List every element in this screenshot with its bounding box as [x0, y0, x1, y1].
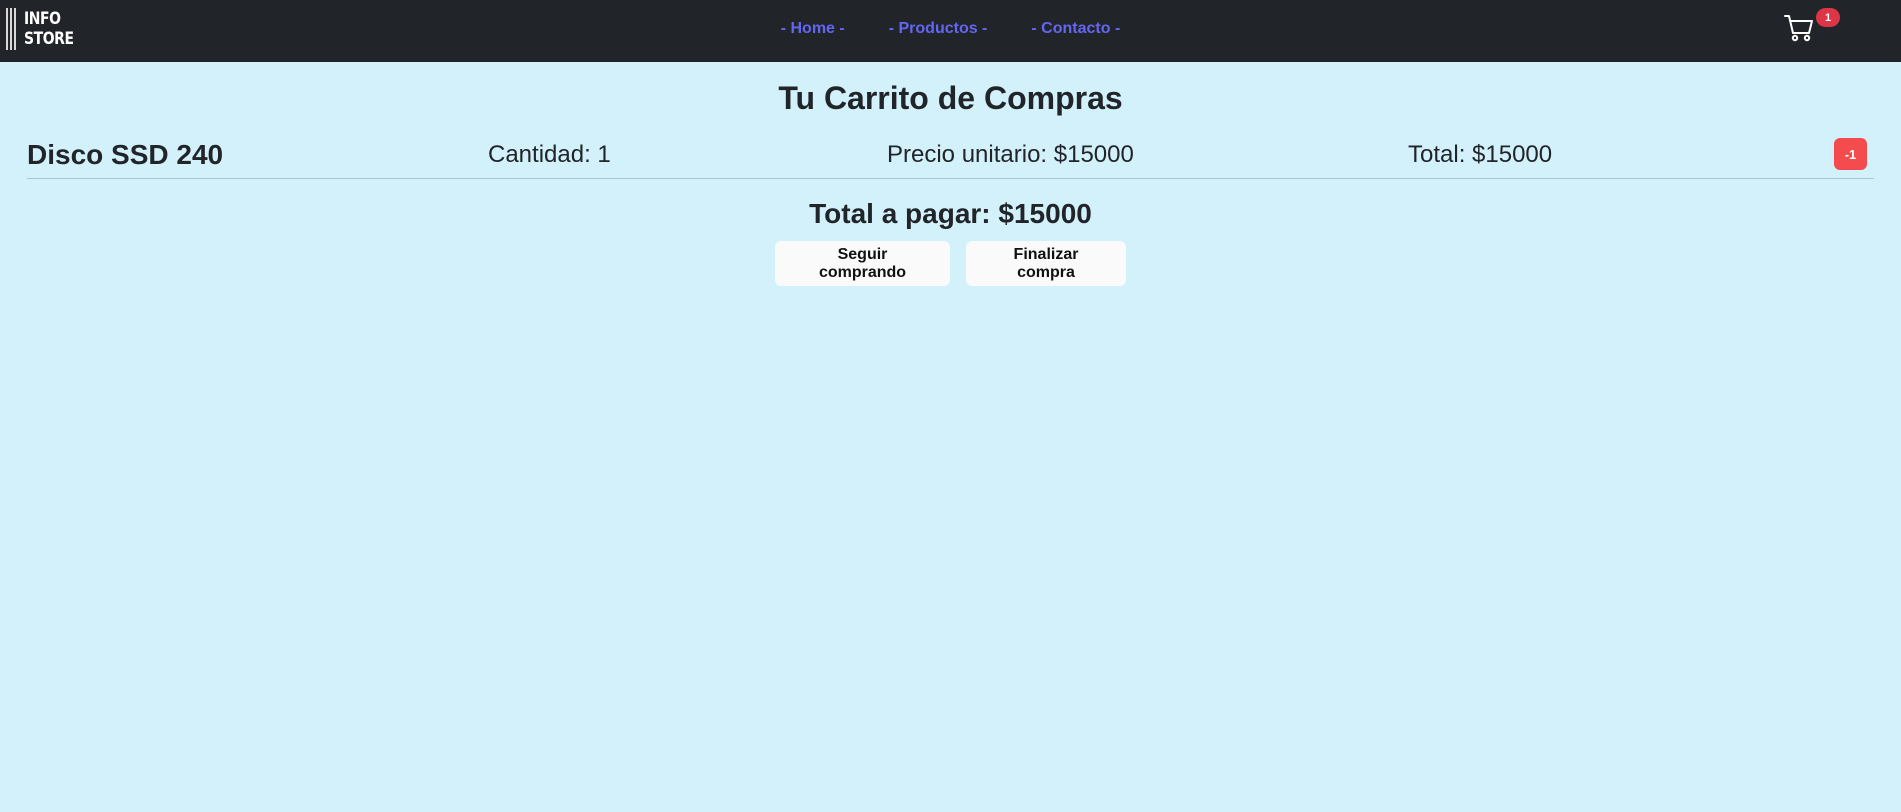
- nav-link-home[interactable]: - Home -: [781, 20, 845, 38]
- cart-item-row: Disco SSD 240 Cantidad: 1 Precio unitari…: [27, 136, 1874, 179]
- nav-link-contacto[interactable]: - Contacto -: [1031, 20, 1120, 38]
- nav-link-productos[interactable]: - Productos -: [889, 20, 988, 38]
- navbar: INFO STORE - Home - - Productos - - Cont…: [0, 0, 1901, 62]
- item-quantity: Cantidad: 1: [488, 141, 611, 168]
- shopping-cart-icon: [1784, 15, 1813, 42]
- item-name: Disco SSD 240: [27, 139, 224, 170]
- item-unit-price: Precio unitario: $15000: [887, 141, 1134, 168]
- decrease-quantity-button[interactable]: -1: [1834, 138, 1867, 170]
- checkout-button[interactable]: Finalizar compra: [966, 241, 1126, 286]
- cart-button[interactable]: 1: [1784, 8, 1842, 48]
- cart-actions: Seguir comprando Finalizar compra: [0, 241, 1901, 286]
- item-total: Total: $15000: [1408, 141, 1553, 168]
- continue-shopping-button[interactable]: Seguir comprando: [775, 241, 950, 286]
- nav-links: - Home - - Productos - - Contacto -: [0, 0, 1901, 57]
- cart-count-badge: 1: [1816, 8, 1840, 27]
- grand-total: Total a pagar: $15000: [809, 198, 1092, 229]
- page-title: Tu Carrito de Compras: [778, 80, 1123, 116]
